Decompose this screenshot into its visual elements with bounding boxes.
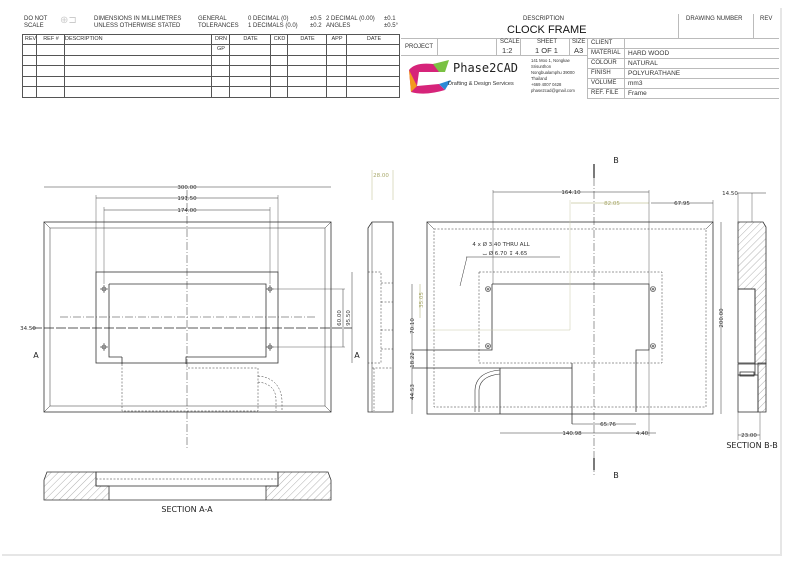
dim-bb-top: 14.50 <box>722 191 738 197</box>
dim-opening-height: 95.50 <box>346 310 352 326</box>
side-view <box>367 170 394 413</box>
dim-18: 18.22 <box>410 352 416 368</box>
section-marker-a-right: A <box>354 351 360 360</box>
dim-4: 4.40 <box>636 431 649 437</box>
front-hole <box>266 343 274 351</box>
section-aa-label: SECTION A-A <box>161 505 213 514</box>
hole-note-line1: 4 x Ø 3.40 THRU ALL <box>472 241 530 248</box>
dim-35: 35.05 <box>419 292 425 308</box>
dim-half-width: 82.05 <box>604 201 620 207</box>
rear-view <box>411 164 722 475</box>
section-marker-b-top: B <box>613 156 619 165</box>
dim-65: 65.76 <box>600 422 616 428</box>
dim-section-offset: 34.50 <box>20 326 36 332</box>
rear-hole <box>650 286 656 292</box>
hole-note-line2: ⌴ Ø 6.70 ↧ 4.65 <box>483 250 528 257</box>
rear-hole <box>485 286 491 292</box>
dim-inner-opening: 174.00 <box>177 208 197 214</box>
front-inner-opening <box>108 283 267 364</box>
dim-right-margin: 67.95 <box>674 201 690 207</box>
section-marker-b-bottom: B <box>613 471 619 480</box>
dim-44: 44.53 <box>410 384 416 400</box>
dim-outer-opening: 191.50 <box>177 196 197 202</box>
section-marker-a-left: A <box>33 351 39 360</box>
rear-hole <box>485 343 491 349</box>
front-hole <box>100 343 108 351</box>
section-bb-label: SECTION B-B <box>726 441 777 450</box>
dim-164: 164.10 <box>561 190 581 196</box>
dim-140: 140.98 <box>562 431 582 437</box>
rear-hole <box>650 343 656 349</box>
dim-hole-spacing: 60.00 <box>337 310 343 326</box>
dim-overall-height: 200.00 <box>719 308 725 328</box>
dim-side-depth: 28.00 <box>373 173 389 179</box>
front-view <box>32 186 353 448</box>
dim-bb-bottom: 23.00 <box>741 433 757 439</box>
section-aa-view <box>43 471 332 501</box>
drawing-canvas: 300.00 191.50 174.00 28.00 60.00 95.50 34.50 16… <box>20 156 778 514</box>
front-hole <box>266 285 274 293</box>
dim-overall-width: 300.00 <box>177 185 197 191</box>
front-hole <box>100 285 108 293</box>
dim-70: 70.10 <box>410 318 416 334</box>
section-bb-view <box>737 192 767 440</box>
